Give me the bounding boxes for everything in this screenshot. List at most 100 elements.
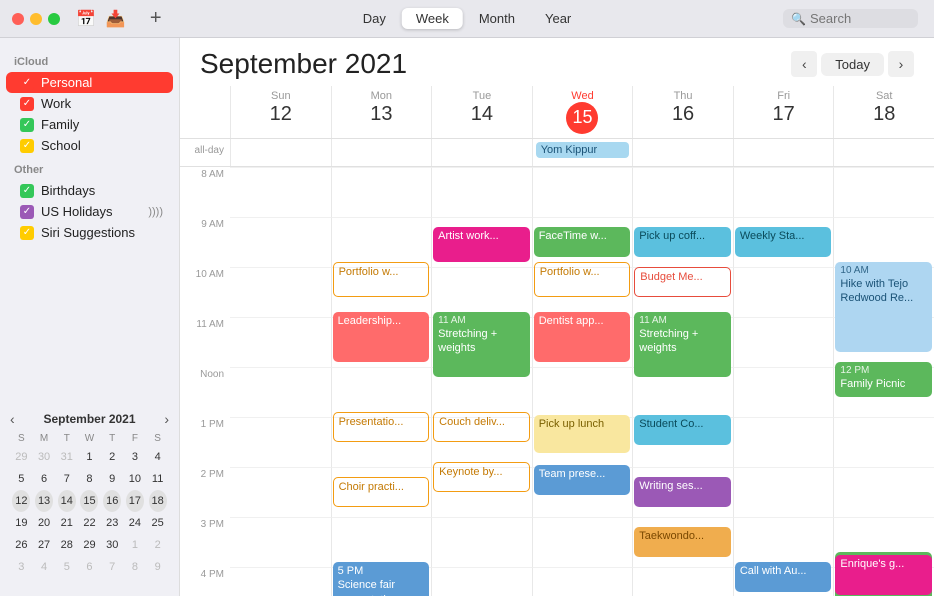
event-5-pm-science-fair-pr[interactable]: 5 PMScience fair presentations (333, 562, 430, 596)
mini-cal-day-9[interactable]: 9 (149, 556, 167, 578)
mini-cal-day-21[interactable]: 21 (58, 512, 76, 534)
mini-cal-day-11[interactable]: 11 (149, 468, 167, 490)
event-keynote-by...[interactable]: Keynote by... (433, 462, 530, 492)
tab-week[interactable]: Week (402, 8, 463, 29)
event-call-with-au...[interactable]: Call with Au... (735, 562, 832, 592)
sidebar-item-personal[interactable]: ✓ Personal (6, 72, 173, 93)
cal-prev-button[interactable]: ‹ (791, 51, 817, 77)
event-stretching-+-weights[interactable]: 11 AMStretching + weights (634, 312, 731, 377)
event-hike-with-tejo-redwo[interactable]: 10 AMHike with TejoRedwood Re... (835, 262, 932, 352)
mini-cal-day-8[interactable]: 8 (126, 556, 144, 578)
mini-cal-day-4[interactable]: 4 (149, 446, 167, 468)
mini-cal-day-13[interactable]: 13 (35, 490, 53, 512)
cal-next-button[interactable]: › (888, 51, 914, 77)
mini-cal-day-5[interactable]: 5 (12, 468, 30, 490)
mini-cal-day-30[interactable]: 30 (103, 534, 121, 556)
event-portfolio-w...[interactable]: Portfolio w... (333, 262, 430, 297)
event-dentist-app...[interactable]: Dentist app... (534, 312, 631, 362)
sidebar-item-birthdays[interactable]: ✓ Birthdays (6, 180, 173, 201)
event-writing-ses...[interactable]: Writing ses... (634, 477, 731, 507)
mini-cal-day-3[interactable]: 3 (12, 556, 30, 578)
mini-cal-next[interactable]: › (164, 411, 169, 427)
mini-cal-day-6[interactable]: 6 (80, 556, 98, 578)
minimize-button[interactable] (30, 13, 42, 25)
mini-cal-day-9[interactable]: 9 (103, 468, 121, 490)
mini-cal-day-22[interactable]: 22 (80, 512, 98, 534)
mini-cal-day-26[interactable]: 26 (12, 534, 30, 556)
mini-cal-day-28[interactable]: 28 (58, 534, 76, 556)
mini-cal-day-29[interactable]: 29 (80, 534, 98, 556)
school-checkbox[interactable]: ✓ (20, 139, 34, 153)
mini-cal-prev[interactable]: ‹ (10, 411, 15, 427)
mini-cal-day-27[interactable]: 27 (35, 534, 53, 556)
sidebar-item-work[interactable]: ✓ Work (6, 93, 173, 114)
mini-cal-day-31[interactable]: 31 (58, 446, 76, 468)
event-leadership...[interactable]: Leadership... (333, 312, 430, 362)
mini-cal-day-3[interactable]: 3 (126, 446, 144, 468)
mini-cal-day-30[interactable]: 30 (35, 446, 53, 468)
mini-cal-day-12[interactable]: 12 (12, 490, 30, 512)
event-budget-me...[interactable]: Budget Me... (634, 267, 731, 297)
mini-cal-day-29[interactable]: 29 (12, 446, 30, 468)
sidebar-item-siri-suggestions[interactable]: ✓ Siri Suggestions (6, 222, 173, 243)
event-pick-up-lunch[interactable]: Pick up lunch (534, 415, 631, 453)
siri-checkbox[interactable]: ✓ (20, 226, 34, 240)
event-choir-practi...[interactable]: Choir practi... (333, 477, 430, 507)
mini-cal-day-7[interactable]: 7 (58, 468, 76, 490)
mini-cal-day-19[interactable]: 19 (12, 512, 30, 534)
tab-day[interactable]: Day (349, 8, 400, 29)
event-couch-deliv...[interactable]: Couch deliv... (433, 412, 530, 442)
event-family-picnic[interactable]: 12 PMFamily Picnic (835, 362, 932, 397)
family-checkbox[interactable]: ✓ (20, 118, 34, 132)
event-student-co...[interactable]: Student Co... (634, 415, 731, 445)
work-checkbox[interactable]: ✓ (20, 97, 34, 111)
tab-month[interactable]: Month (465, 8, 529, 29)
us-holidays-checkbox[interactable]: ✓ (20, 205, 34, 219)
mini-cal-day-2[interactable]: 2 (149, 534, 167, 556)
search-area[interactable]: 🔍 (783, 9, 918, 28)
sidebar-item-family[interactable]: ✓ Family (6, 114, 173, 135)
mini-cal-day-24[interactable]: 24 (126, 512, 144, 534)
mini-cal-day-18[interactable]: 18 (149, 490, 167, 512)
mini-cal-day-23[interactable]: 23 (103, 512, 121, 534)
event-portfolio-w...[interactable]: Portfolio w... (534, 262, 631, 297)
mini-cal-day-1[interactable]: 1 (80, 446, 98, 468)
mini-cal-day-6[interactable]: 6 (35, 468, 53, 490)
mini-cal-day-4[interactable]: 4 (35, 556, 53, 578)
event-facetime-w...[interactable]: FaceTime w... (534, 227, 631, 257)
mini-cal-day-2[interactable]: 2 (103, 446, 121, 468)
mini-cal-day-8[interactable]: 8 (80, 468, 98, 490)
mini-cal-day-10[interactable]: 10 (126, 468, 144, 490)
event-presentatio...[interactable]: Presentatio... (333, 412, 430, 442)
time-grid-scroll[interactable]: 8 AM9 AM10 AM11 AMNoon1 PM2 PM3 PM4 PM5 … (180, 167, 934, 596)
mini-cal-day-7[interactable]: 7 (103, 556, 121, 578)
event-weekly-sta...[interactable]: Weekly Sta... (735, 227, 832, 257)
birthdays-checkbox[interactable]: ✓ (20, 184, 34, 198)
inbox-icon[interactable]: 📥 (106, 9, 126, 29)
event-enrique's-g...[interactable]: Enrique's g... (835, 555, 932, 595)
sidebar-item-us-holidays[interactable]: ✓ US Holidays )))) (6, 201, 173, 222)
mini-cal-day-20[interactable]: 20 (35, 512, 53, 534)
mini-cal-day-16[interactable]: 16 (103, 490, 121, 512)
cal-today-button[interactable]: Today (821, 53, 884, 76)
event-taekwondo...[interactable]: Taekwondo... (634, 527, 731, 557)
tab-year[interactable]: Year (531, 8, 585, 29)
close-button[interactable] (12, 13, 24, 25)
event-team-prese...[interactable]: Team prese... (534, 465, 631, 495)
event-stretching-+-weights[interactable]: 11 AMStretching + weights (433, 312, 530, 377)
mini-cal-day-17[interactable]: 17 (126, 490, 144, 512)
sidebar-item-school[interactable]: ✓ School (6, 135, 173, 156)
personal-checkbox[interactable]: ✓ (20, 76, 34, 90)
mini-cal-day-5[interactable]: 5 (58, 556, 76, 578)
add-event-button[interactable]: + (150, 7, 162, 30)
mini-cal-day-15[interactable]: 15 (80, 490, 98, 512)
event-pick-up-coff...[interactable]: Pick up coff... (634, 227, 731, 257)
search-input[interactable] (810, 11, 910, 26)
mini-cal-day-25[interactable]: 25 (149, 512, 167, 534)
maximize-button[interactable] (48, 13, 60, 25)
mini-cal-day-14[interactable]: 14 (58, 490, 76, 512)
event-artist-work...[interactable]: Artist work... (433, 227, 530, 262)
calendar-icon[interactable]: 📅 (76, 9, 96, 29)
yom-kippur-event[interactable]: Yom Kippur (536, 142, 630, 158)
mini-cal-day-1[interactable]: 1 (126, 534, 144, 556)
